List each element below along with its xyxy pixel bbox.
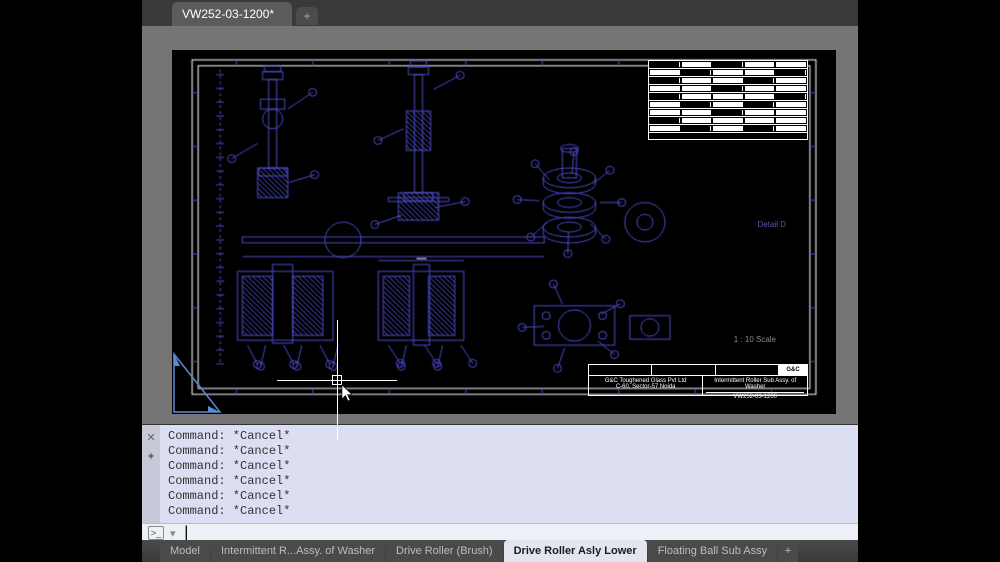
ucs-icon [172,344,242,414]
file-tab[interactable]: VW252-03-1200* [172,2,292,26]
title-block: G&C G&C Toughened Glass Pvt Ltd C-60, Se… [588,364,808,396]
command-history-line: Command: *Cancel* [168,489,850,504]
command-history-line: Command: *Cancel* [168,444,850,459]
command-history-line: Command: *Cancel* [168,504,850,519]
layout-tab[interactable]: Drive Roller Asly Lower [504,540,647,562]
letterbox-right [858,0,1000,562]
command-prompt-icon[interactable]: >_ [148,526,164,540]
new-file-tab-button[interactable]: + [296,7,318,25]
file-tab-bar: VW252-03-1200* + [142,0,858,26]
configure-icon[interactable]: ✦ [146,450,155,463]
add-layout-tab-button[interactable]: + [778,540,798,562]
paper-space-canvas[interactable]: Detail D 1 : 10 Scale G&C G&C Toughened … [172,50,836,414]
title-block-drawing-title: Intermittent Roller Sub Assy. of Washer [706,378,804,390]
close-icon[interactable]: ✕ [146,431,155,444]
command-history-line: Command: *Cancel* [168,474,850,489]
detail-callout-label: Detail D [758,220,786,229]
scale-note: 1 : 10 Scale [734,335,776,344]
command-history-lines[interactable]: Command: *Cancel*Command: *Cancel*Comman… [160,425,858,523]
command-history-line: Command: *Cancel* [168,429,850,444]
drawing-viewport[interactable]: Detail D 1 : 10 Scale G&C G&C Toughened … [142,26,858,424]
command-history-line: Command: *Cancel* [168,459,850,474]
title-block-drawing-number: VW252-03-1200 [706,392,804,400]
letterbox-left [0,0,142,562]
title-block-address: C-60, Sector-57 Noida [592,384,699,390]
command-recent-dropdown-icon[interactable]: ▾ [170,527,176,540]
title-block-logo: G&C [779,365,807,375]
layout-tab[interactable]: Model [160,540,210,562]
layout-tab[interactable]: Floating Ball Sub Assy [648,540,777,562]
command-line-panel: ✕ ✦ Command: *Cancel*Command: *Cancel*Co… [142,424,858,540]
parts-list-table [648,60,808,140]
command-panel-gutter: ✕ ✦ [142,425,160,523]
layout-tab-bar: ModelIntermittent R...Assy. of WasherDri… [142,540,858,562]
mouse-pointer-icon [341,384,355,405]
cad-application: VW252-03-1200* + Detail D 1 : 10 Scale [142,0,858,562]
command-history: ✕ ✦ Command: *Cancel*Command: *Cancel*Co… [142,425,858,523]
command-input[interactable] [197,526,852,540]
layout-tab[interactable]: Intermittent R...Assy. of Washer [211,540,385,562]
layout-tab[interactable]: Drive Roller (Brush) [386,540,503,562]
